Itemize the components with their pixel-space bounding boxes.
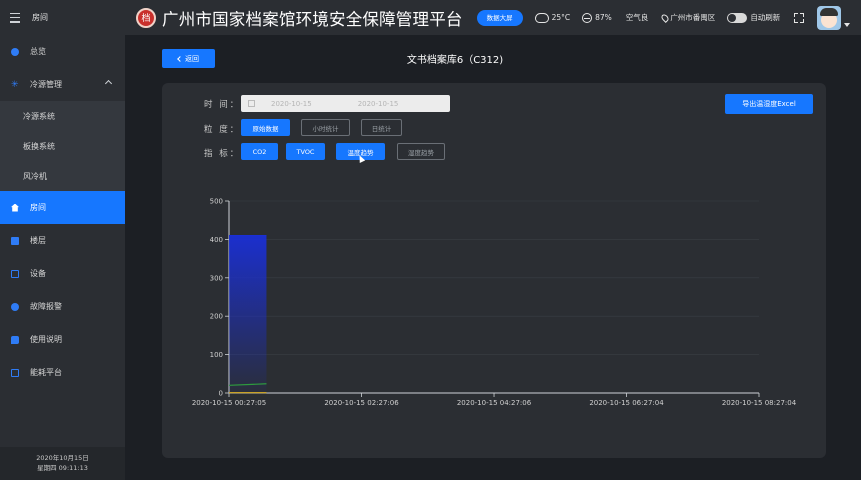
location-pin-icon [660, 12, 671, 23]
device-icon [11, 269, 19, 278]
alarm-icon [11, 302, 19, 311]
weather-humidity: 87% [582, 12, 612, 23]
menu-toggle-icon[interactable] [10, 12, 20, 23]
chart-series [228, 235, 267, 394]
sidebar-item-label: 故障报警 [30, 302, 62, 311]
x-tick-label: 2020-10-15 06:27:04 [589, 399, 664, 407]
sidebar-item-floor[interactable]: 楼层 [0, 224, 125, 257]
air-quality-value: 空气良 [625, 13, 649, 22]
weather-temperature: 25°C [534, 12, 571, 23]
sidebar-item-cooling[interactable]: ✳ 冷源管理 [0, 68, 125, 101]
sidebar-item-manual[interactable]: 使用说明 [0, 323, 125, 356]
sidebar-item-label: 房间 [30, 203, 46, 212]
chart-grid [229, 200, 759, 355]
location: 广州市番禺区 [660, 12, 716, 23]
logo-char: 档 [141, 14, 151, 24]
overview-icon [11, 47, 19, 56]
sidebar-header-label: 房间 [32, 13, 48, 22]
humidity-icon [582, 12, 593, 23]
sidebar-item-cooling-system[interactable]: 冷源系统 [0, 101, 125, 131]
sidebar-item-room[interactable]: 房间 [0, 191, 125, 224]
sidebar-item-energy[interactable]: 能耗平台 [0, 356, 125, 389]
sidebar-item-label: 冷源管理 [30, 80, 62, 89]
sidebar-item-plate-exchange[interactable]: 板换系统 [0, 131, 125, 161]
home-icon [11, 203, 19, 212]
sidebar-item-label: 风冷机 [23, 171, 47, 181]
arrow-left-icon [177, 55, 183, 62]
y-tick-label: 300 [210, 274, 223, 282]
sidebar-header: 房间 [0, 0, 125, 35]
sidebar-item-alarm[interactable]: 故障报警 [0, 290, 125, 323]
back-label: 返回 [185, 54, 199, 63]
y-tick-label: 200 [210, 313, 223, 321]
sidebar-item-label: 冷源系统 [23, 111, 55, 121]
auto-refresh-toggle[interactable] [727, 12, 748, 23]
building-icon [11, 236, 19, 245]
x-tick-label: 2020-10-15 02:27:06 [324, 399, 399, 407]
sidebar-item-overview[interactable]: 总览 [0, 35, 125, 68]
chat-icon [11, 335, 19, 344]
sidebar-item-label: 使用说明 [30, 335, 62, 344]
data-screen-button[interactable]: 数据大屏 [476, 9, 523, 26]
cloud-icon [534, 12, 549, 23]
app-title: 广州市国家档案馆环境安全保障管理平台 [162, 9, 463, 29]
sidebar: 房间 总览 ✳ 冷源管理 冷源系统 板换系统 风冷机 房间 楼层 设备 故障报警… [0, 0, 125, 480]
clock-date: 2020年10月15日 [36, 454, 89, 462]
sidebar-item-label: 能耗平台 [30, 368, 62, 377]
chart-y-axis: 0 100 200 300 400 500 [210, 198, 230, 398]
co2-area [229, 235, 267, 393]
chart-canvas: 0100200300400500 2020-10-15 00:27:05 2020… [192, 198, 797, 408]
sidebar-nav: 总览 ✳ 冷源管理 冷源系统 板换系统 风冷机 房间 楼层 设备 故障报警 使用… [0, 35, 125, 389]
avatar[interactable] [817, 5, 842, 30]
top-bar: 档 广州市国家档案馆环境安全保障管理平台 数据大屏 25°C 87% 空气良 广… [125, 0, 861, 35]
clock-time: 星期四 09:11:13 [37, 464, 88, 472]
auto-refresh-label: 自动刷新 [750, 13, 781, 22]
y-tick-label: 100 [210, 351, 223, 359]
snowflake-icon: ✳ [11, 79, 19, 90]
fullscreen-icon[interactable] [794, 12, 805, 23]
sidebar-item-label: 楼层 [30, 236, 46, 245]
y-tick-label: 0 [219, 390, 223, 398]
air-quality: 空气良 [626, 12, 649, 23]
chart-card: 时 间： 2020-10-15 2020-10-15 导出温湿度Excel 粒 … [162, 83, 826, 458]
archive-logo-icon: 档 [136, 7, 156, 28]
humidity-value: 87% [595, 13, 612, 22]
chart-x-axis: 2020-10-15 00:27:05 2020-10-15 02:27:06 20… [192, 392, 797, 407]
sidebar-item-device[interactable]: 设备 [0, 257, 125, 290]
sidebar-item-label: 设备 [30, 269, 46, 278]
page-title: 文书档案库6（C312) [406, 55, 504, 66]
location-value: 广州市番禺区 [670, 13, 716, 22]
sidebar-item-label: 板换系统 [23, 141, 55, 151]
external-link-icon [11, 368, 19, 377]
sidebar-item-air-cooler[interactable]: 风冷机 [0, 161, 125, 191]
auto-refresh: 自动刷新 [750, 12, 780, 23]
y-tick-label: 400 [210, 236, 223, 244]
back-button[interactable]: 返回 [162, 49, 215, 68]
sidebar-clock: 2020年10月15日 星期四 09:11:13 [0, 447, 125, 480]
x-tick-label: 2020-10-15 00:27:05 [192, 399, 266, 407]
sidebar-item-label: 总览 [30, 47, 46, 56]
temperature-value: 25°C [551, 13, 571, 22]
x-tick-label: 2020-10-15 08:27:04 [722, 399, 797, 407]
x-tick-label: 2020-10-15 04:27:06 [457, 399, 532, 407]
chevron-up-icon [104, 79, 113, 88]
cooling-submenu: 冷源系统 板换系统 风冷机 [0, 101, 125, 191]
y-tick-label: 500 [210, 198, 223, 206]
caret-down-icon[interactable] [844, 22, 851, 27]
